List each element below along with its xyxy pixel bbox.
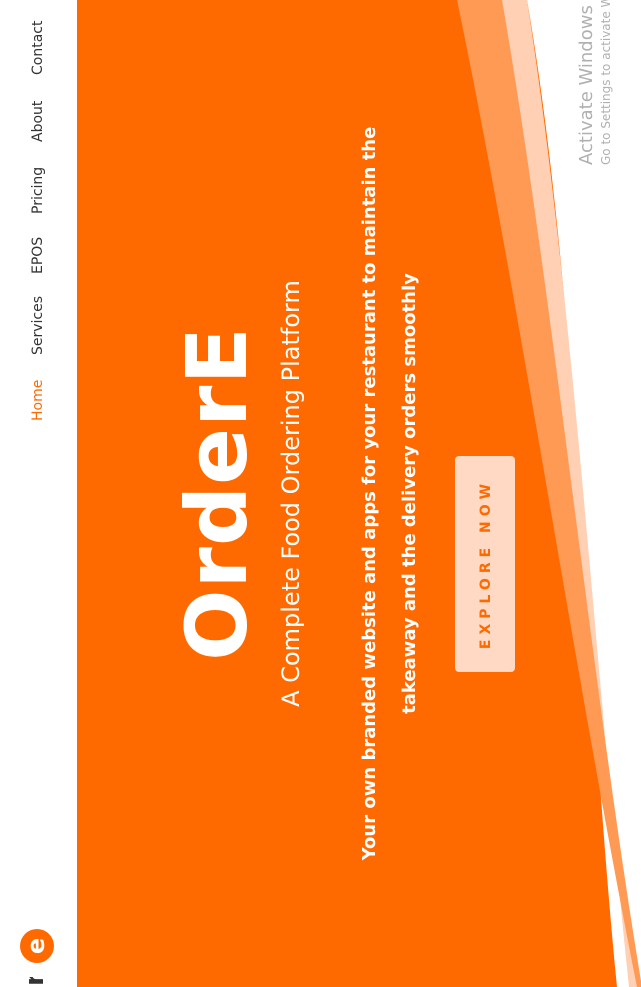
logo-text: r: [22, 977, 50, 986]
logo-wordmark: r: [22, 977, 50, 987]
watermark-title: Activate Windows: [576, 5, 597, 165]
hero-section: OrderE A Complete Food Ordering Platform…: [77, 0, 641, 987]
hero-description-line: takeaway and the delivery orders smoothl…: [399, 273, 420, 714]
navbar: r e Home Services EPOS Pricing About Con…: [0, 0, 77, 987]
brand-logo[interactable]: r e: [20, 927, 70, 987]
hero-title: OrderE: [168, 326, 266, 661]
hero-description-line: Your own branded website and apps for yo…: [359, 126, 380, 861]
hero-subtitle: A Complete Food Ordering Platform: [277, 280, 305, 707]
nav-services[interactable]: Services: [28, 296, 48, 355]
nav-contact[interactable]: Contact: [28, 21, 48, 75]
activate-windows-watermark: Activate Windows Go to Settings to activ…: [576, 0, 613, 165]
watermark-subtitle: Go to Settings to activate Windows.: [599, 0, 613, 165]
page-rotated-view: r e Home Services EPOS Pricing About Con…: [0, 0, 641, 987]
nav-home[interactable]: Home: [28, 380, 48, 421]
hero-description: Your own branded website and apps for yo…: [350, 0, 430, 987]
logo-e-icon: e: [20, 929, 54, 963]
explore-now-button[interactable]: EXPLORE NOW: [455, 456, 515, 672]
nav-about[interactable]: About: [28, 101, 48, 142]
nav-epos[interactable]: EPOS: [28, 237, 48, 274]
nav-pricing[interactable]: Pricing: [28, 167, 48, 214]
